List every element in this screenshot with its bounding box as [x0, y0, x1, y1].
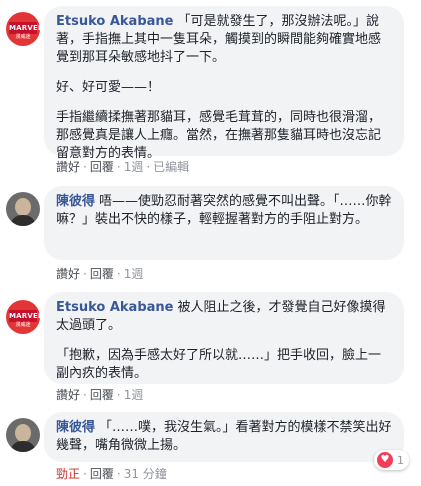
heart-icon: ♥	[377, 452, 393, 468]
marvel-logo-icon: MARVEL	[9, 22, 40, 34]
comment-text: 陳彼得 唔——使勁忍耐著突然的感覺不叫出聲。「……你幹嘛？」裝出不快的樣子，輕輕握…	[56, 193, 392, 229]
like-link[interactable]: 讚好	[56, 388, 80, 402]
avatar[interactable]	[6, 192, 40, 226]
comment-text: Etsuko Akabane 「可是就發生了，那沒辦法呢。」說著，手指撫上其中一隻…	[56, 13, 392, 67]
reacted-like-link[interactable]: 勁正	[56, 467, 80, 481]
author-name[interactable]: 陳彼得	[56, 420, 95, 435]
comment-actions: 讚好 · 回覆 · 1週	[56, 267, 144, 281]
timestamp[interactable]: 1週	[124, 160, 144, 174]
avatar[interactable]	[6, 418, 40, 452]
paragraph: 「抱歉，因為手感太好了所以就……」把手收回，臉上一副內疚的表情。	[56, 348, 382, 381]
timestamp[interactable]: 31 分鐘	[124, 467, 167, 481]
avatar-caption: 漫威迷	[15, 322, 31, 328]
comment-bubble: Etsuko Akabane 「可是就發生了，那沒辦法呢。」說著，手指撫上其中一隻…	[44, 6, 404, 161]
paragraph: 「……噗，我沒生氣。」看著對方的模樣不禁笑出好幾聲，嘴角微微上揚。	[56, 420, 392, 453]
like-link[interactable]: 讚好	[56, 267, 80, 281]
comment-bubble: Etsuko Akabane 被人阻止之後，才發覺自己好像摸得太過頭了。 「抱歉，…	[44, 292, 404, 384]
avatar-body	[10, 441, 36, 452]
avatar[interactable]: MARVEL 漫威迷	[6, 300, 40, 334]
comment-actions: 讚好 · 回覆 · 1週	[56, 388, 144, 402]
paragraph: 手指繼續揉撫著那貓耳，感覺毛茸茸的，同時也很滑溜，那感覺真是讓人上癮。當然，在撫…	[56, 110, 382, 161]
timestamp[interactable]: 1週	[124, 388, 144, 402]
paragraph: 好、好可愛——！	[56, 80, 161, 95]
avatar[interactable]: MARVEL 漫威迷	[6, 12, 40, 46]
reaction-summary[interactable]: ♥ 1	[374, 450, 409, 470]
avatar-body	[10, 215, 36, 226]
reply-link[interactable]: 回覆	[90, 388, 114, 402]
comment-text: Etsuko Akabane 被人阻止之後，才發覺自己好像摸得太過頭了。	[56, 299, 392, 335]
author-name[interactable]: 陳彼得	[56, 194, 95, 209]
reply-link[interactable]: 回覆	[90, 267, 114, 281]
reaction-count: 1	[397, 453, 404, 467]
timestamp[interactable]: 1週	[124, 267, 144, 281]
edited-label[interactable]: 已編輯	[153, 160, 189, 174]
comment-bubble: 陳彼得 「……噗，我沒生氣。」看著對方的模樣不禁笑出好幾聲，嘴角微微上揚。	[44, 412, 404, 462]
avatar-caption: 漫威迷	[15, 34, 31, 40]
author-name[interactable]: Etsuko Akabane	[56, 300, 173, 315]
author-name[interactable]: Etsuko Akabane	[56, 14, 173, 29]
reply-link[interactable]: 回覆	[90, 467, 114, 481]
marvel-logo-icon: MARVEL	[9, 310, 40, 322]
paragraph: 唔——使勁忍耐著突然的感覺不叫出聲。「……你幹嘛？」裝出不快的樣子，輕輕握著對方…	[56, 194, 392, 227]
reply-link[interactable]: 回覆	[90, 160, 114, 174]
comment-bubble: 陳彼得 唔——使勁忍耐著突然的感覺不叫出聲。「……你幹嘛？」裝出不快的樣子，輕輕握…	[44, 186, 404, 260]
avatar-face	[15, 424, 31, 442]
comment-actions: 勁正 · 回覆 · 31 分鐘	[56, 467, 167, 481]
comment-text: 陳彼得 「……噗，我沒生氣。」看著對方的模樣不禁笑出好幾聲，嘴角微微上揚。	[56, 419, 392, 455]
like-link[interactable]: 讚好	[56, 160, 80, 174]
comment-actions: 讚好 · 回覆 · 1週 · 已編輯	[56, 160, 190, 174]
avatar-face	[15, 198, 31, 216]
